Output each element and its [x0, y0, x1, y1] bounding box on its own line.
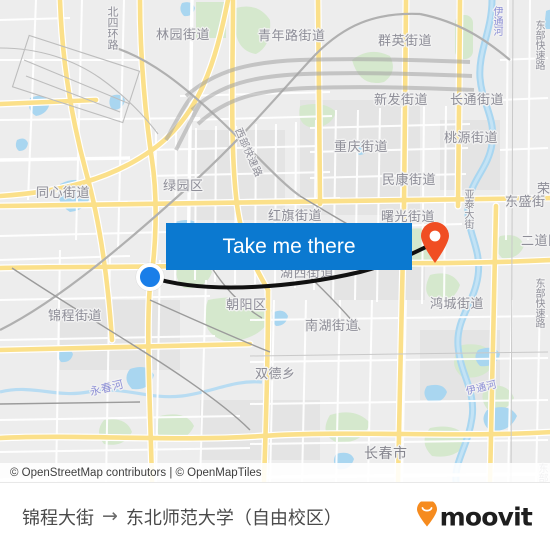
origin-dot[interactable] — [136, 263, 164, 291]
map-attribution: © OpenStreetMap contributors | © OpenMap… — [0, 463, 550, 482]
moovit-pin-icon — [416, 499, 438, 532]
take-me-there-label: Take me there — [222, 234, 356, 258]
footer-bar: 锦程大街 → 东北师范大学（自由校区） moovit — [0, 482, 550, 550]
destination-pin[interactable] — [420, 222, 450, 264]
take-me-there-button[interactable]: Take me there — [166, 223, 412, 270]
arrow-icon: → — [102, 505, 118, 527]
route-summary: 锦程大街 → 东北师范大学（自由校区） — [22, 504, 342, 530]
route-origin-label: 锦程大街 — [22, 507, 94, 529]
moovit-route-card: 北四环路 林园街道 青年路街道 群英街道 伊通河 东部快速路 新发街道 长通街道 重庆街道 桃源街… — [0, 0, 550, 550]
attribution-text: © OpenStreetMap contributors | © OpenMap… — [10, 466, 262, 479]
map-canvas[interactable]: 北四环路 林园街道 青年路街道 群英街道 伊通河 东部快速路 新发街道 长通街道 重庆街道 桃源街… — [0, 0, 550, 482]
moovit-logo[interactable]: moovit — [416, 499, 533, 532]
route-destination-label: 东北师范大学（自由校区） — [125, 507, 342, 529]
moovit-wordmark: moovit — [439, 502, 533, 531]
